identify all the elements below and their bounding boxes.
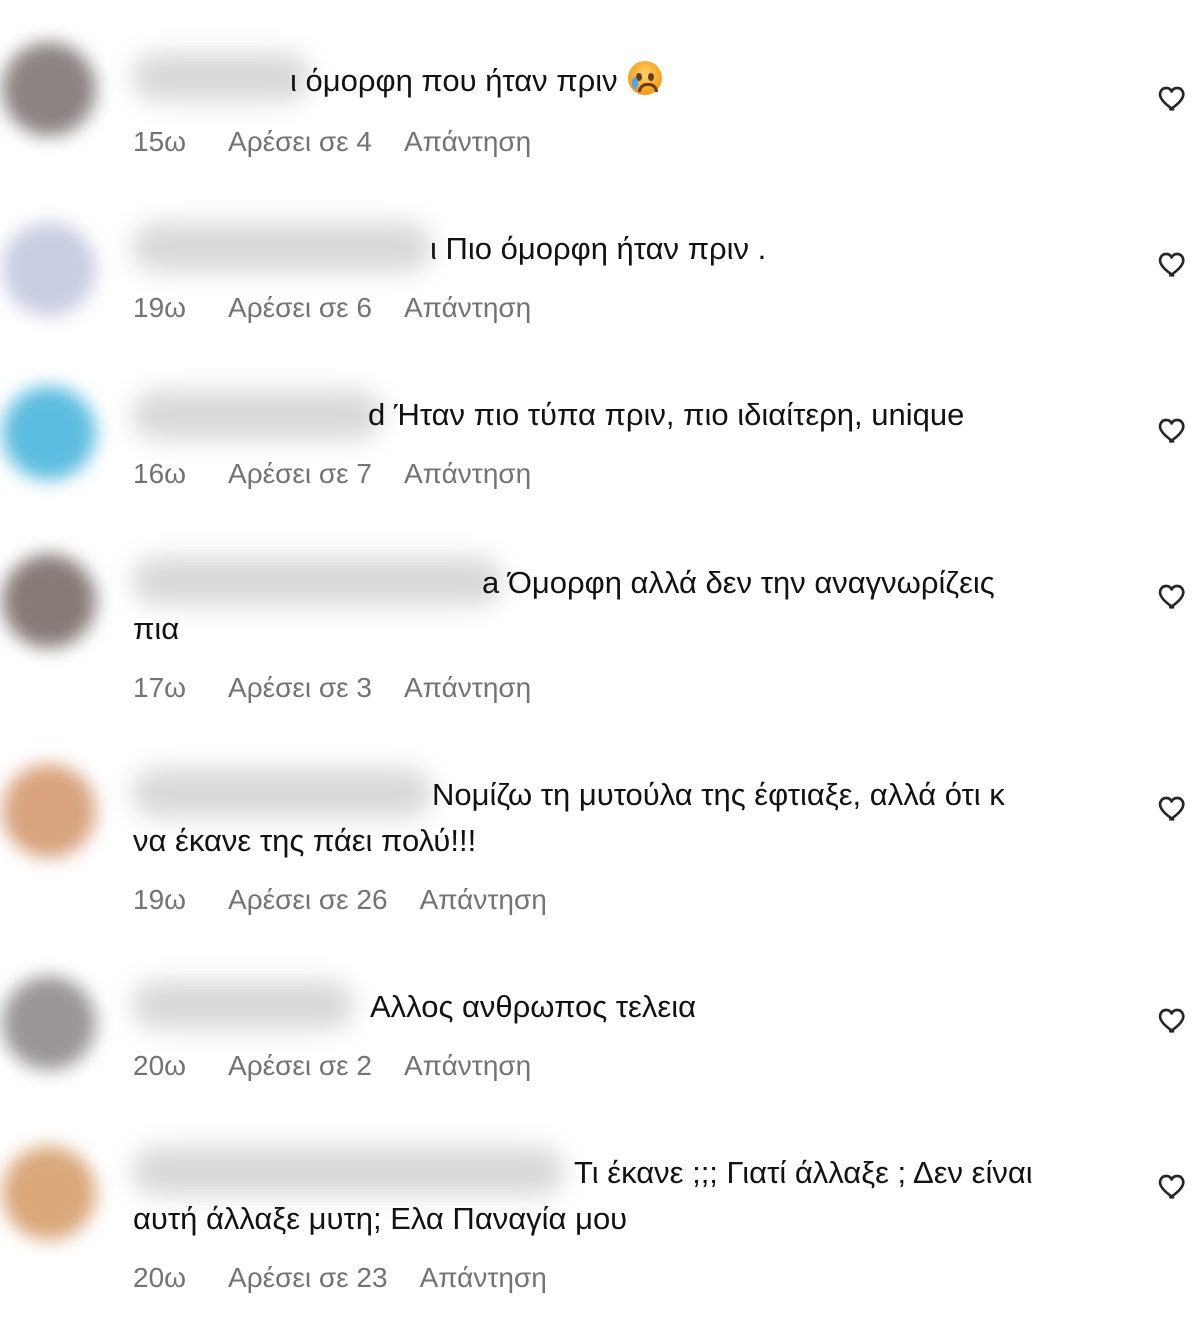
comment-body: d Ήταν πιο τύπα πριν, πιο ιδιαίτερη, uni… <box>368 397 965 432</box>
comment-timestamp: 20ω <box>133 1262 187 1293</box>
comment-meta: 20ω Αρέσει σε 2 Απάντηση <box>133 1050 531 1082</box>
username-blurred[interactable] <box>132 390 382 440</box>
reply-button[interactable]: Απάντηση <box>404 126 531 158</box>
heart-icon[interactable] <box>1156 82 1190 114</box>
reply-button[interactable]: Απάντηση <box>404 292 531 324</box>
avatar[interactable] <box>2 976 96 1070</box>
comment-body: ι Πιο όμορφη ήταν πριν . <box>430 231 767 266</box>
comment-body: a Όμορφη αλλά δεν την αναγνωρίζεις <box>482 565 995 600</box>
likes-count-link[interactable]: Αρέσει σε 2 <box>228 1050 372 1082</box>
avatar[interactable] <box>2 386 96 480</box>
avatar[interactable] <box>2 1146 96 1240</box>
likes-count-link[interactable]: Αρέσει σε 23 <box>228 1262 388 1294</box>
comment-meta: 15ω Αρέσει σε 4 Απάντηση <box>133 126 531 158</box>
comment-meta: 16ω Αρέσει σε 7 Απάντηση <box>133 458 531 490</box>
avatar[interactable] <box>2 222 96 316</box>
heart-icon[interactable] <box>1156 792 1190 824</box>
avatar[interactable] <box>2 554 96 648</box>
heart-icon[interactable] <box>1156 580 1190 612</box>
comment-text: a Όμορφη αλλά δεν την αναγνωρίζεις πια <box>133 560 1133 652</box>
reply-button[interactable]: Απάντηση <box>404 458 531 490</box>
comment-body-continuation: αυτή άλλαξε μυτη; Ελα Παναγία μου <box>133 1201 628 1236</box>
likes-count-link[interactable]: Αρέσει σε 7 <box>228 458 372 490</box>
username-blurred[interactable] <box>132 980 354 1030</box>
avatar[interactable] <box>2 764 96 858</box>
reply-button[interactable]: Απάντηση <box>404 672 531 704</box>
comment-timestamp: 16ω <box>133 458 187 489</box>
username-blurred[interactable] <box>132 222 432 272</box>
comment-body-continuation: πια <box>133 611 180 646</box>
comment-text: Νομίζω τη μυτούλα της έφτιαξε, αλλά ότι … <box>133 772 1143 864</box>
reply-button[interactable]: Απάντηση <box>404 1050 531 1082</box>
comment-body: Νομίζω τη μυτούλα της έφτιαξε, αλλά ότι … <box>432 777 1005 812</box>
comment-body: Τι έκανε ;;; Γιατί άλλαξε ; Δεν είναι <box>574 1155 1033 1190</box>
heart-icon[interactable] <box>1156 248 1190 280</box>
comment-text: Τι έκανε ;;; Γιατί άλλαξε ; Δεν είναι αυ… <box>133 1150 1143 1242</box>
comment-text: Αλλος ανθρωπος τελεια <box>370 984 696 1030</box>
comment-meta: 19ω Αρέσει σε 26 Απάντηση <box>133 884 547 916</box>
crying-face-emoji-icon <box>628 61 663 95</box>
heart-icon[interactable] <box>1156 1170 1190 1202</box>
reply-button[interactable]: Απάντηση <box>420 1262 547 1294</box>
comment-text: ι Πιο όμορφη ήταν πριν . <box>430 226 766 272</box>
comment-body-continuation: να έκανε της πάει πολύ!!! <box>133 823 477 858</box>
comment-timestamp: 15ω <box>133 126 187 157</box>
comment-body: ι όμορφη που ήταν πριν <box>290 63 618 98</box>
likes-count-link[interactable]: Αρέσει σε 6 <box>228 292 372 324</box>
comment-meta: 17ω Αρέσει σε 3 Απάντηση <box>133 672 531 704</box>
comment-timestamp: 17ω <box>133 672 187 703</box>
heart-icon[interactable] <box>1156 1004 1190 1036</box>
comment-text: d Ήταν πιο τύπα πριν, πιο ιδιαίτερη, uni… <box>368 392 964 438</box>
username-blurred[interactable] <box>132 52 310 102</box>
comment-meta: 19ω Αρέσει σε 6 Απάντηση <box>133 292 531 324</box>
comment-text: ι όμορφη που ήταν πριν <box>290 58 663 104</box>
likes-count-link[interactable]: Αρέσει σε 26 <box>228 884 388 916</box>
likes-count-link[interactable]: Αρέσει σε 4 <box>228 126 372 158</box>
comment-timestamp: 20ω <box>133 1050 187 1081</box>
avatar[interactable] <box>2 42 96 136</box>
likes-count-link[interactable]: Αρέσει σε 3 <box>228 672 372 704</box>
comment-timestamp: 19ω <box>133 292 187 323</box>
comment-meta: 20ω Αρέσει σε 23 Απάντηση <box>133 1262 547 1294</box>
reply-button[interactable]: Απάντηση <box>420 884 547 916</box>
comment-body: Αλλος ανθρωπος τελεια <box>370 989 696 1024</box>
heart-icon[interactable] <box>1156 414 1190 446</box>
comment-timestamp: 19ω <box>133 884 187 915</box>
